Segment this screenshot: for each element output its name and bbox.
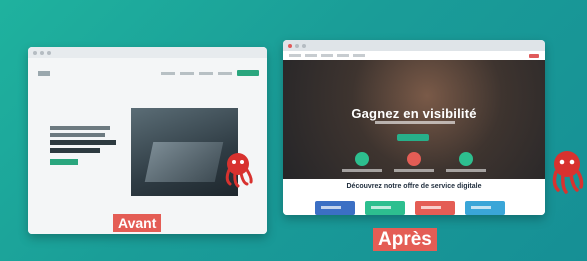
nav-link [199, 71, 213, 75]
after-label: Après [373, 228, 437, 251]
nav-link [337, 54, 349, 57]
after-navbar [283, 51, 545, 60]
red-octopus-mascot-icon [552, 151, 584, 194]
offer-heading: Découvrez notre offre de service digital… [346, 183, 482, 190]
service-label [394, 169, 434, 172]
nav-link [353, 54, 365, 57]
before-hero-text [50, 126, 120, 165]
nav-link [180, 71, 194, 75]
service-label [342, 169, 382, 172]
hero-button [50, 159, 78, 165]
nav-link [218, 71, 232, 75]
hero-cta-button [397, 134, 429, 141]
nav-cta-button [529, 53, 539, 58]
window-dot-icon [295, 43, 299, 48]
offer-card [315, 201, 355, 215]
nav-link [321, 54, 333, 57]
before-navbar [38, 70, 259, 76]
window-dot-icon [33, 50, 37, 55]
laptop-image [144, 142, 224, 182]
service-icon [459, 152, 473, 166]
hero-title: Gagnez en visibilité [351, 106, 477, 121]
window-dot-icon [40, 50, 44, 55]
after-screenshot: Gagnez en visibilité Découvrez notre off… [283, 40, 545, 215]
red-octopus-mascot-icon [225, 153, 253, 188]
window-dot-icon [302, 43, 306, 48]
window-dot-icon [288, 43, 292, 48]
offer-card [465, 201, 505, 215]
nav-link [305, 54, 317, 57]
nav-link [161, 71, 175, 75]
nav-link [289, 54, 301, 57]
browser-chrome [283, 40, 545, 51]
offer-card [365, 201, 405, 215]
browser-chrome [28, 47, 267, 58]
before-screenshot [28, 47, 267, 234]
window-dot-icon [47, 50, 51, 55]
logo [38, 70, 50, 76]
hero-subtitle [375, 121, 455, 124]
offer-card [415, 201, 455, 215]
service-icon [407, 152, 421, 166]
before-website [28, 58, 267, 234]
nav-cta-button [237, 70, 259, 76]
service-label [446, 169, 486, 172]
before-label: Avant [113, 214, 162, 232]
service-icon [355, 152, 369, 166]
